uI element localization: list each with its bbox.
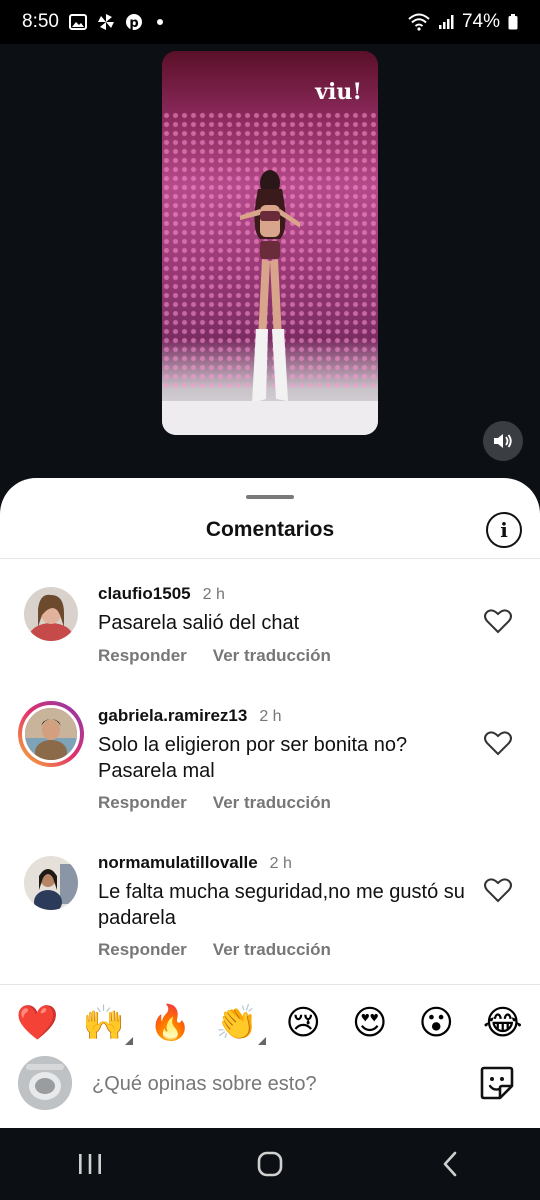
pinterest-icon: p	[125, 13, 143, 31]
back-button[interactable]	[420, 1134, 480, 1194]
comment-time: 2 h	[269, 855, 292, 872]
sheet-title: Comentarios	[205, 518, 335, 541]
clapping-emoji-button[interactable]: 👏	[214, 1003, 266, 1045]
raised-hands-emoji: 🙌	[82, 1004, 125, 1042]
home-button[interactable]	[240, 1134, 300, 1194]
volume-button[interactable]	[483, 421, 523, 461]
comment-text: Solo la eligieron por ser bonita no? Pas…	[98, 734, 408, 782]
emoji-divider	[0, 984, 540, 985]
signal-icon	[438, 14, 454, 30]
skin-tone-indicator	[124, 1037, 133, 1045]
reply-button[interactable]: Responder	[98, 793, 187, 813]
heart-emoji-button[interactable]: ❤️	[14, 1003, 60, 1043]
avatar-story-ring[interactable]	[18, 701, 84, 767]
clapping-emoji: 👏	[215, 1004, 258, 1042]
raised-hands-emoji-button[interactable]: 🙌	[81, 1003, 133, 1045]
comment-actions: Responder Ver traducción	[98, 940, 331, 960]
pinwheel-icon	[97, 13, 115, 31]
like-heart-icon[interactable]	[484, 608, 512, 634]
heart-eyes-emoji-button[interactable]: 😍	[347, 1003, 393, 1043]
comment-text: Le falta mucha seguridad,no me gustó su …	[98, 881, 465, 929]
home-icon	[257, 1151, 283, 1177]
video-area: viu!	[0, 44, 540, 484]
speaker-icon	[494, 434, 512, 448]
recent-apps-icon	[79, 1154, 101, 1174]
video-player[interactable]: viu!	[162, 51, 378, 435]
comment-time: 2 h	[202, 586, 225, 603]
battery-icon	[508, 14, 518, 30]
viu-logo: viu!	[315, 79, 362, 105]
drag-handle[interactable]	[246, 495, 294, 499]
comment-header: normamulatillovalle 2 h	[98, 853, 292, 873]
back-chevron-icon	[443, 1151, 457, 1177]
wifi-icon	[408, 13, 430, 31]
emoji-reaction-bar: ❤️ 🙌 🔥 👏 😢 😍 😮 😂	[0, 998, 540, 1048]
recent-apps-button[interactable]	[60, 1134, 120, 1194]
status-bar: 8:50 p 74%	[0, 0, 540, 44]
screen: 8:50 p 74% viu! Comentarios i claufio150…	[0, 0, 540, 1200]
comments-sheet: Comentarios i claufio1505 2 h Pasarela s…	[0, 478, 540, 1128]
see-translation-button[interactable]: Ver traducción	[213, 793, 331, 813]
crying-emoji-button[interactable]: 😢	[280, 1003, 326, 1043]
sticker-icon[interactable]	[478, 1064, 516, 1102]
see-translation-button[interactable]: Ver traducción	[213, 940, 331, 960]
system-nav-bar	[0, 1128, 540, 1200]
gallery-icon	[68, 14, 87, 30]
comment-username[interactable]: normamulatillovalle	[98, 853, 258, 873]
stage-floor	[162, 401, 378, 435]
surprised-emoji-button[interactable]: 😮	[413, 1003, 459, 1043]
comment-actions: Responder Ver traducción	[98, 646, 331, 666]
status-time: 8:50	[22, 11, 59, 32]
skin-tone-indicator	[257, 1037, 266, 1045]
comment-username[interactable]: gabriela.ramirez13	[98, 706, 247, 726]
reply-button[interactable]: Responder	[98, 646, 187, 666]
battery-percent: 74%	[461, 11, 500, 32]
fire-emoji-button[interactable]: 🔥	[147, 1003, 193, 1043]
comment-input[interactable]	[92, 1068, 452, 1100]
header-divider	[0, 558, 540, 559]
comment-time: 2 h	[259, 708, 282, 725]
current-user-avatar	[18, 1056, 72, 1110]
info-icon[interactable]: i	[486, 512, 522, 548]
avatar[interactable]	[24, 856, 78, 910]
comment-text: Pasarela salió del chat	[98, 612, 300, 634]
laughing-emoji-button[interactable]: 😂	[480, 1003, 526, 1043]
svg-text:p: p	[129, 16, 138, 31]
see-translation-button[interactable]: Ver traducción	[213, 646, 331, 666]
notification-dot-icon	[156, 19, 163, 25]
like-heart-icon[interactable]	[484, 877, 512, 903]
comment-username[interactable]: claufio1505	[98, 584, 191, 604]
like-heart-icon[interactable]	[484, 730, 512, 756]
comment-header: claufio1505 2 h	[98, 584, 225, 604]
comment-actions: Responder Ver traducción	[98, 793, 331, 813]
avatar[interactable]	[24, 587, 78, 641]
comment-header: gabriela.ramirez13 2 h	[98, 706, 282, 726]
performer-figure	[240, 170, 300, 403]
reply-button[interactable]: Responder	[98, 940, 187, 960]
